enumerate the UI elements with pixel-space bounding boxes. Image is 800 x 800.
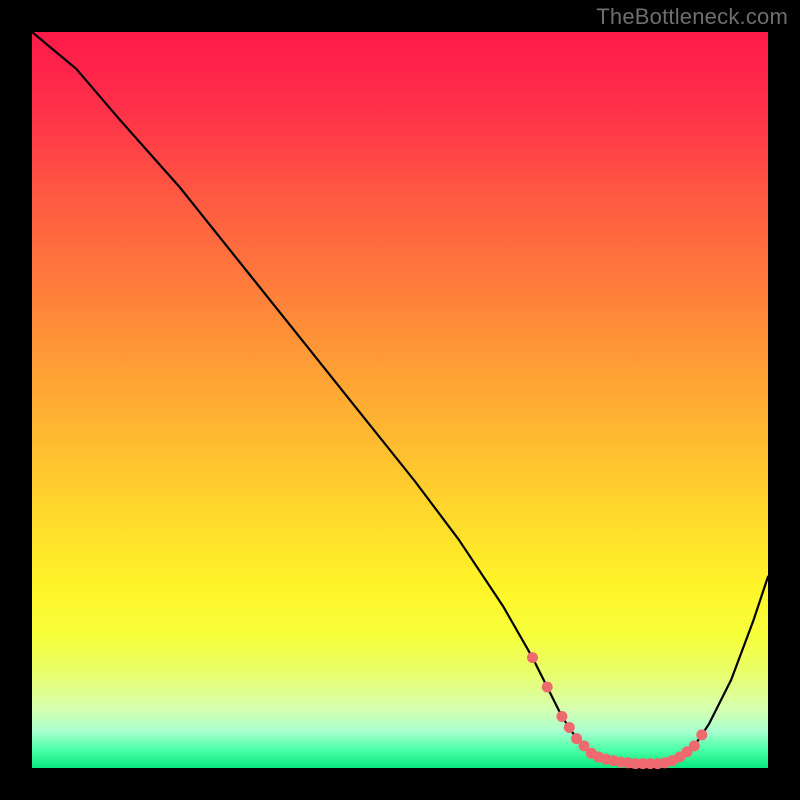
watermark-text: TheBottleneck.com — [596, 4, 788, 30]
chart-svg — [32, 32, 768, 768]
curve-marker — [564, 722, 575, 733]
curve-marker — [556, 711, 567, 722]
bottleneck-curve — [32, 32, 768, 764]
curve-marker — [696, 729, 707, 740]
chart-frame: TheBottleneck.com — [0, 0, 800, 800]
curve-marker — [527, 652, 538, 663]
curve-marker — [542, 682, 553, 693]
plot-area — [32, 32, 768, 768]
curve-marker — [689, 740, 700, 751]
curve-markers — [527, 652, 707, 769]
